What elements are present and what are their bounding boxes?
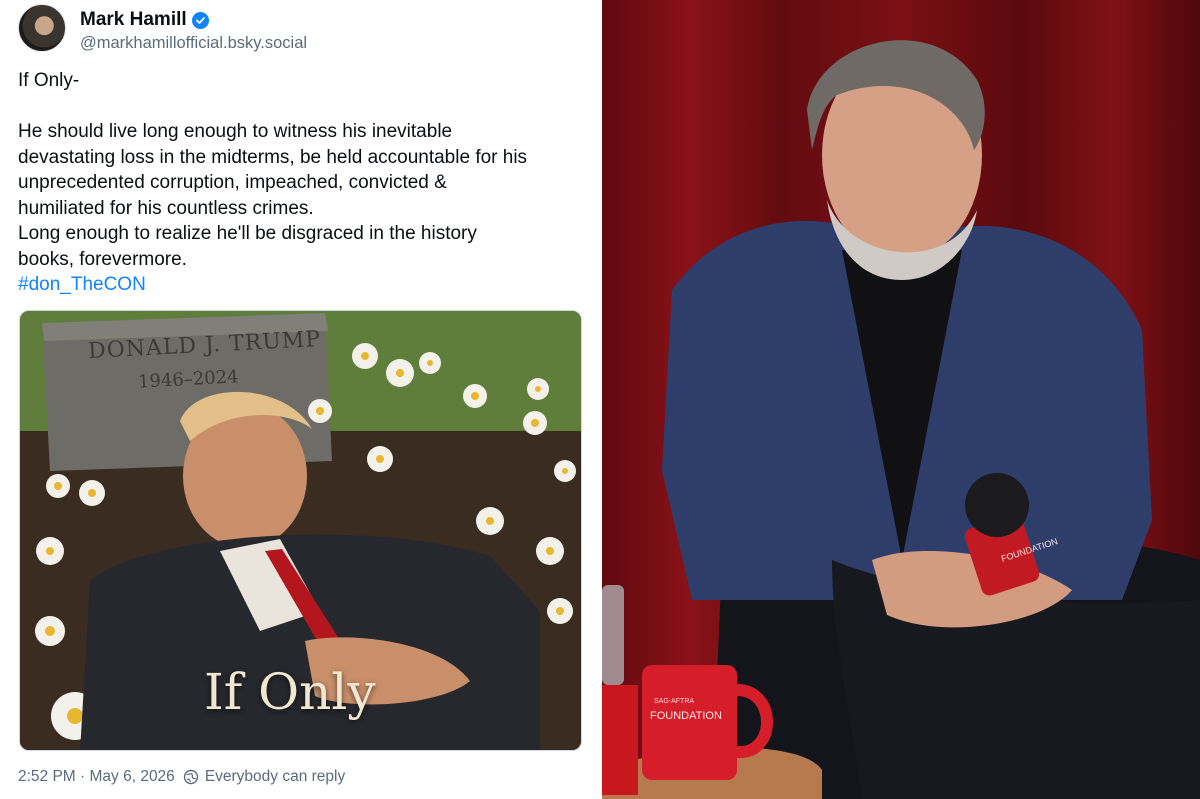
verified-badge-icon (191, 11, 209, 29)
hashtag-link[interactable]: #don_TheCON (18, 272, 146, 298)
reply-setting[interactable]: Everybody can reply (205, 768, 345, 786)
avatar[interactable] (18, 4, 66, 52)
user-handle[interactable]: @markhamillofficial.bsky.social (80, 34, 307, 53)
post-image-illustration (20, 311, 581, 750)
post-image[interactable]: DONALD J. TRUMP 1946–2024 If Only (19, 310, 582, 751)
post-meta: 2:52 PM · May 6, 2026 Everybody can repl… (18, 768, 345, 786)
mug-small-label: SAG-AFTRA (654, 698, 695, 705)
post-text-paragraph: He should live long enough to witness hi… (18, 121, 528, 270)
display-name-row: Mark Hamill (80, 8, 209, 32)
display-name[interactable]: Mark Hamill (80, 9, 187, 31)
event-photo: FOUNDATION SAG-AFTRA FOUNDATION (602, 0, 1200, 799)
post-header: Mark Hamill @markhamillofficial.bsky.soc… (18, 4, 578, 56)
post-timestamp[interactable]: 2:52 PM · May 6, 2026 (18, 768, 175, 786)
post-text-line: If Only- (18, 70, 80, 91)
globe-icon (183, 769, 199, 785)
event-photo-illustration (602, 0, 1200, 799)
mug-label: FOUNDATION (650, 710, 722, 722)
social-post: Mark Hamill @markhamillofficial.bsky.soc… (0, 0, 600, 799)
post-body: If Only- He should live long enough to w… (18, 68, 588, 298)
